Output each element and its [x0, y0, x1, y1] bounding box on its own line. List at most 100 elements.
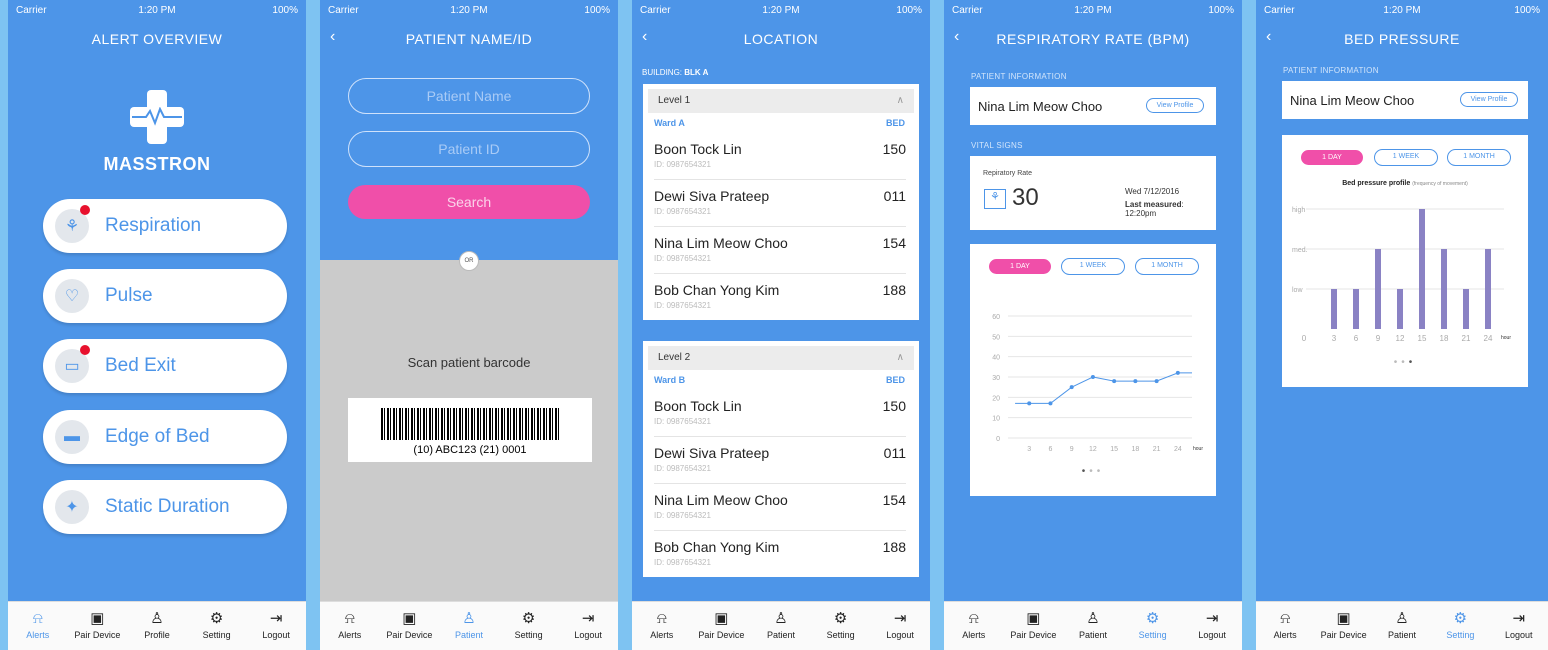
y-tick-label: 0	[996, 436, 1000, 443]
range-1-month[interactable]: 1 MONTH	[1135, 258, 1199, 275]
view-profile-button[interactable]: View Profile	[1460, 92, 1518, 107]
x-tick-label: 24	[1484, 334, 1493, 343]
tab-patient[interactable]: ♙ Patient	[1374, 602, 1430, 640]
person-icon: ♙	[1395, 610, 1409, 627]
tab-pair-device[interactable]: ▣ Pair Device	[381, 602, 437, 640]
patient-row[interactable]: Nina Lim Meow Choo ID: 0987654321 154	[654, 484, 906, 531]
search-button[interactable]: Search	[348, 185, 590, 219]
tab-alerts[interactable]: ⍾ Alerts	[1257, 602, 1313, 640]
x-tick-label: 3	[1027, 446, 1031, 453]
logout-icon: ⇥	[269, 610, 283, 627]
alert-item-edge-of-bed[interactable]: ▬ Edge of Bed	[43, 410, 287, 464]
alert-item-label: Static Duration	[105, 496, 230, 517]
screen-bed-pressure: Carrier 1:20 PM 100% ‹ BED PRESSURE PATI…	[1256, 0, 1548, 650]
tab-logout[interactable]: ⇥ Logout	[248, 602, 304, 640]
level-card: Level 2 ∧ Ward B BED Boon Tock Lin ID: 0987…	[643, 341, 919, 577]
tab-profile[interactable]: ♙ Profile	[129, 602, 185, 640]
bar	[1353, 289, 1359, 329]
tab-pair-device[interactable]: ▣ Pair Device	[69, 602, 125, 640]
data-point	[1027, 401, 1032, 406]
alert-dot	[80, 205, 90, 215]
last-measured: Last measured: 12:20pm	[1125, 200, 1184, 218]
range-1-day[interactable]: 1 DAY	[1301, 150, 1363, 165]
status-bar: Carrier 1:20 PM 100%	[320, 0, 618, 20]
tab-setting[interactable]: ⚙ Setting	[1432, 602, 1488, 640]
device-icon: ▣	[402, 610, 417, 627]
x-tick-label: 12	[1089, 446, 1097, 453]
tab-alerts[interactable]: ⍾ Alerts	[10, 602, 66, 640]
status-time: 1:20 PM	[762, 5, 800, 16]
tab-logout[interactable]: ⇥ Logout	[1184, 602, 1240, 640]
device-icon: ▣	[1336, 610, 1351, 627]
alert-item-pulse[interactable]: ♡ Pulse	[43, 269, 287, 323]
gear-icon: ⚙	[1453, 610, 1468, 627]
battery-label: 100%	[1514, 5, 1540, 16]
tab-patient[interactable]: ♙ Patient	[441, 602, 497, 640]
x-unit-label: hour	[1193, 446, 1203, 452]
tab-pair-device[interactable]: ▣ Pair Device	[1316, 602, 1372, 640]
logout-icon: ⇥	[893, 610, 907, 627]
data-point	[1069, 385, 1074, 390]
patient-id-input[interactable]: Patient ID	[348, 131, 590, 167]
patient-row[interactable]: Dewi Siva Prateep ID: 0987654321 011	[654, 437, 906, 484]
scan-instruction: Scan patient barcode	[407, 355, 531, 370]
status-bar: Carrier 1:20 PM 100%	[1256, 0, 1548, 20]
patient-row[interactable]: Dewi Siva Prateep ID: 0987654321 011	[654, 180, 906, 227]
page-title: LOCATION	[743, 31, 819, 47]
tab-pair-device[interactable]: ▣ Pair Device	[693, 602, 749, 640]
alert-item-respiration[interactable]: ⚘ Respiration	[43, 199, 287, 253]
patient-row[interactable]: Bob Chan Yong Kim ID: 0987654321 188	[654, 531, 906, 577]
alert-item-static-duration[interactable]: ✦ Static Duration	[43, 480, 287, 534]
level-header[interactable]: Level 1 ∧	[648, 89, 914, 113]
person-icon: ♙	[1086, 610, 1100, 627]
x-unit-label: hour	[1501, 335, 1511, 341]
battery-label: 100%	[896, 5, 922, 16]
range-1-day[interactable]: 1 DAY	[989, 259, 1051, 274]
level-header[interactable]: Level 2 ∧	[648, 346, 914, 370]
x-tick-label: 6	[1354, 334, 1359, 343]
tab-setting[interactable]: ⚙ Setting	[1125, 602, 1181, 640]
patient-row[interactable]: Boon Tock Lin ID: 0987654321 150	[654, 133, 906, 180]
chart-card: 1 DAY 1 WEEK 1 MONTH Bed pressure profil…	[1282, 135, 1528, 387]
lungs-icon: ⚘	[984, 189, 1006, 209]
section-label: VITAL SIGNS	[971, 141, 1023, 150]
patient-row[interactable]: Bob Chan Yong Kim ID: 0987654321 188	[654, 274, 906, 320]
tab-setting[interactable]: ⚙ Setting	[189, 602, 245, 640]
patient-name-input[interactable]: Patient Name	[348, 78, 590, 114]
status-time: 1:20 PM	[138, 5, 176, 16]
tab-setting[interactable]: ⚙ Setting	[501, 602, 557, 640]
tab-pair-device[interactable]: ▣ Pair Device	[1005, 602, 1061, 640]
range-1-week[interactable]: 1 WEEK	[1061, 258, 1125, 275]
tab-patient[interactable]: ♙ Patient	[1065, 602, 1121, 640]
bar	[1441, 249, 1447, 329]
gear-icon: ⚙	[1145, 610, 1160, 627]
barcode-number: (10) ABC123 (21) 0001	[413, 444, 527, 456]
tab-bar: ⍾ Alerts ▣ Pair Device ♙ Profile ⚙ Setting ⇥…	[8, 601, 306, 650]
tab-alerts[interactable]: ⍾ Alerts	[946, 602, 1002, 640]
tab-logout[interactable]: ⇥ Logout	[560, 602, 616, 640]
page-title: ALERT OVERVIEW	[91, 31, 223, 47]
tab-setting[interactable]: ⚙ Setting	[813, 602, 869, 640]
tab-logout[interactable]: ⇥ Logout	[872, 602, 928, 640]
x-tick-label: 21	[1462, 334, 1471, 343]
edge-of-bed-icon: ▬	[55, 420, 89, 454]
tab-patient[interactable]: ♙ Patient	[753, 602, 809, 640]
tab-alerts[interactable]: ⍾ Alerts	[634, 602, 690, 640]
alert-item-label: Bed Exit	[105, 355, 176, 376]
alert-item-bed-exit[interactable]: ▭ Bed Exit	[43, 339, 287, 393]
person-icon: ♙	[774, 610, 788, 627]
tab-alerts[interactable]: ⍾ Alerts	[322, 602, 378, 640]
x-tick-label: 3	[1332, 334, 1337, 343]
patient-row[interactable]: Boon Tock Lin ID: 0987654321 150	[654, 390, 906, 437]
range-1-month[interactable]: 1 MONTH	[1447, 149, 1511, 166]
x-tick-label: 12	[1396, 334, 1405, 343]
range-1-week[interactable]: 1 WEEK	[1374, 149, 1438, 166]
alert-item-label: Pulse	[105, 285, 153, 306]
measure-date: Wed 7/12/2016	[1125, 187, 1180, 196]
bell-icon: ⍾	[344, 610, 355, 627]
view-profile-button[interactable]: View Profile	[1146, 98, 1204, 113]
patient-row[interactable]: Nina Lim Meow Choo ID: 0987654321 154	[654, 227, 906, 274]
gear-icon: ⚙	[209, 610, 224, 627]
tab-logout[interactable]: ⇥ Logout	[1491, 602, 1547, 640]
data-point	[1175, 370, 1180, 375]
